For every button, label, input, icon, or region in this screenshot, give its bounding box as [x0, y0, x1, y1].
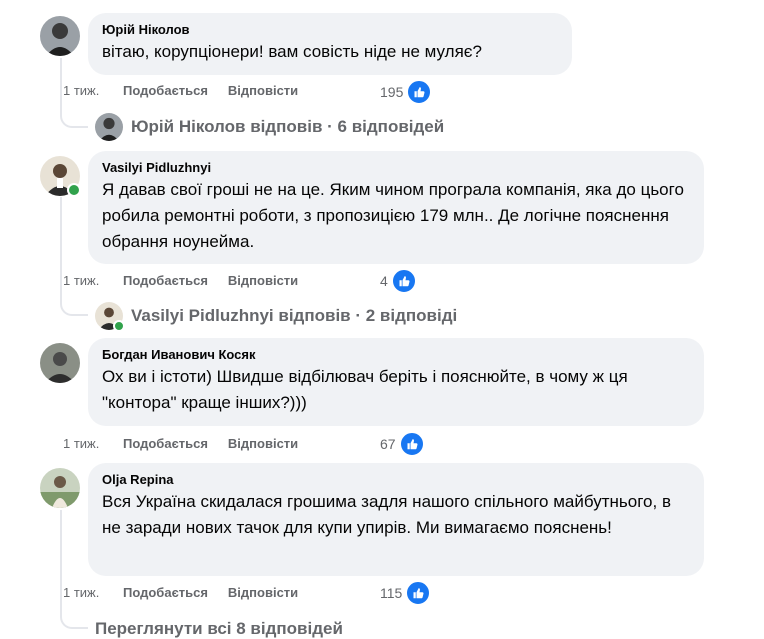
thumbs-up-icon	[406, 581, 431, 605]
reply-button[interactable]: Відповісти	[228, 81, 298, 101]
thread-line	[60, 197, 62, 302]
avatar[interactable]	[40, 468, 80, 508]
thumbs-up-icon	[399, 432, 424, 456]
reaction-count[interactable]: 4	[380, 269, 416, 293]
comment-time[interactable]: 1 тиж.	[63, 271, 123, 291]
thread-connector	[60, 302, 88, 316]
comment-actions: 1 тиж. Подобається Відповісти	[63, 81, 318, 101]
avatar[interactable]	[40, 16, 80, 56]
online-status-dot	[113, 320, 125, 332]
comment-actions: 1 тиж. Подобається Відповісти	[63, 583, 318, 603]
comment-bubble: Olja Repina Вся Україна скидалася грошим…	[88, 463, 704, 576]
like-button[interactable]: Подобається	[123, 434, 208, 454]
comment-author[interactable]: Vasilyi Pidluzhnyi	[102, 159, 690, 177]
view-replies-link[interactable]: Vasilyi Pidluzhnyi відповів · 2 відповід…	[95, 302, 458, 332]
replies-summary: Юрій Ніколов відповів · 6 відповідей	[131, 117, 445, 136]
comment-time[interactable]: 1 тиж.	[63, 583, 123, 603]
comment-bubble: Юрій Ніколов вітаю, корупціонери! вам со…	[88, 13, 572, 75]
reaction-count-value: 195	[380, 84, 404, 100]
reaction-count[interactable]: 67	[380, 432, 424, 456]
reaction-count[interactable]: 195	[380, 80, 432, 104]
comment-text: Вся Україна скидалася грошима задля нашо…	[102, 492, 671, 537]
view-all-replies-link[interactable]: Переглянути всі 8 відповідей	[95, 619, 343, 639]
comment-text: Ох ви і істоти) Швидше відбілювач беріть…	[102, 367, 628, 412]
reply-button[interactable]: Відповісти	[228, 583, 298, 603]
comment-time[interactable]: 1 тиж.	[63, 434, 123, 454]
like-button[interactable]: Подобається	[123, 81, 208, 101]
thumbs-up-icon	[391, 269, 416, 293]
avatar	[95, 113, 123, 141]
comment-bubble: Vasilyi Pidluzhnyi Я давав свої гроші не…	[88, 151, 704, 264]
avatar[interactable]	[40, 343, 80, 383]
reaction-count[interactable]: 115	[380, 581, 431, 605]
comment-bubble: Богдан Иванович Косяк Ох ви і істоти) Шв…	[88, 338, 704, 426]
comment-actions: 1 тиж. Подобається Відповісти	[63, 434, 318, 454]
reply-button[interactable]: Відповісти	[228, 434, 298, 454]
comment-author[interactable]: Юрій Ніколов	[102, 21, 558, 39]
online-status-dot	[67, 183, 81, 197]
comment-author[interactable]: Olja Repina	[102, 471, 690, 489]
reaction-count-value: 115	[380, 585, 403, 601]
thread-line	[60, 510, 62, 615]
comment-text: Я давав свої гроші не на це. Яким чином …	[102, 180, 684, 251]
like-button[interactable]: Подобається	[123, 271, 208, 291]
thread-connector	[60, 114, 88, 128]
comment-author[interactable]: Богдан Иванович Косяк	[102, 346, 690, 364]
view-replies-link[interactable]: Юрій Ніколов відповів · 6 відповідей	[95, 113, 444, 141]
thread-connector	[60, 615, 88, 629]
thumbs-up-icon	[407, 80, 432, 104]
comment-actions: 1 тиж. Подобається Відповісти	[63, 271, 318, 291]
comment-time[interactable]: 1 тиж.	[63, 81, 123, 101]
reaction-count-value: 67	[380, 436, 396, 452]
replies-summary: Vasilyi Pidluzhnyi відповів · 2 відповід…	[131, 306, 458, 325]
reaction-count-value: 4	[380, 273, 388, 289]
reply-button[interactable]: Відповісти	[228, 271, 298, 291]
comment-text: вітаю, корупціонери! вам совість ніде не…	[102, 42, 482, 61]
like-button[interactable]: Подобається	[123, 583, 208, 603]
thread-line	[60, 58, 62, 114]
